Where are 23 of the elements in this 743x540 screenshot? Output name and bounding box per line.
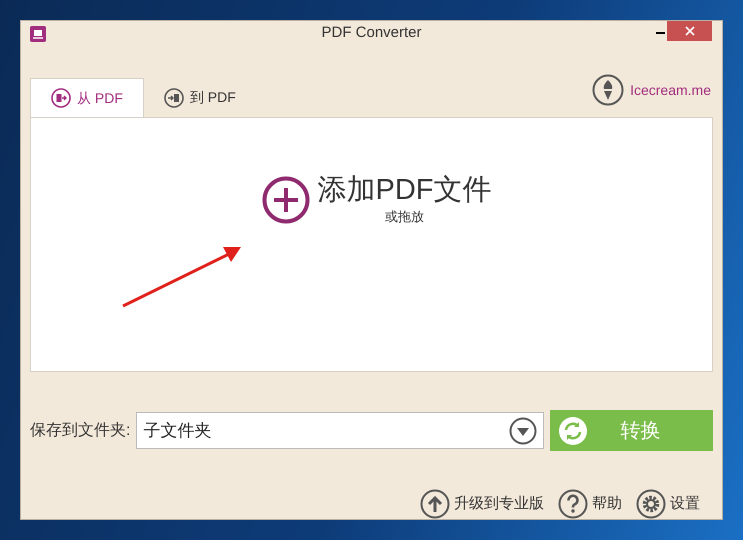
ice-cream-icon [592, 74, 624, 106]
tab[interactable]: 到 PDF [144, 78, 256, 118]
footer-link[interactable]: 设置 [670, 492, 700, 516]
app-logo-icon [30, 26, 46, 42]
help-icon [558, 489, 588, 519]
settings-icon [636, 489, 666, 519]
drop-zone-subtitle: 或拖放 [385, 208, 424, 226]
export-file-icon [51, 88, 71, 108]
footer-link[interactable]: 帮助 [592, 492, 622, 516]
drop-zone[interactable]: 添加PDF文件 或拖放 [30, 117, 713, 372]
drop-zone-title: 添加PDF文件 [318, 173, 492, 208]
refresh-icon [558, 416, 588, 446]
window-title: PDF Converter [321, 22, 422, 43]
close-icon [684, 26, 694, 36]
tab[interactable]: 从 PDF [30, 78, 144, 118]
save-folder-label: 保存到文件夹: [30, 420, 130, 440]
close-button[interactable] [667, 21, 712, 41]
add-icon [262, 176, 310, 224]
folder-dropdown[interactable]: 子文件夹 [136, 412, 544, 449]
footer-link[interactable]: 升级到专业版 [454, 492, 544, 516]
website-link[interactable]: Icecream.me [630, 80, 711, 101]
import-file-icon [164, 88, 184, 108]
dropdown-caret-icon [508, 416, 537, 444]
